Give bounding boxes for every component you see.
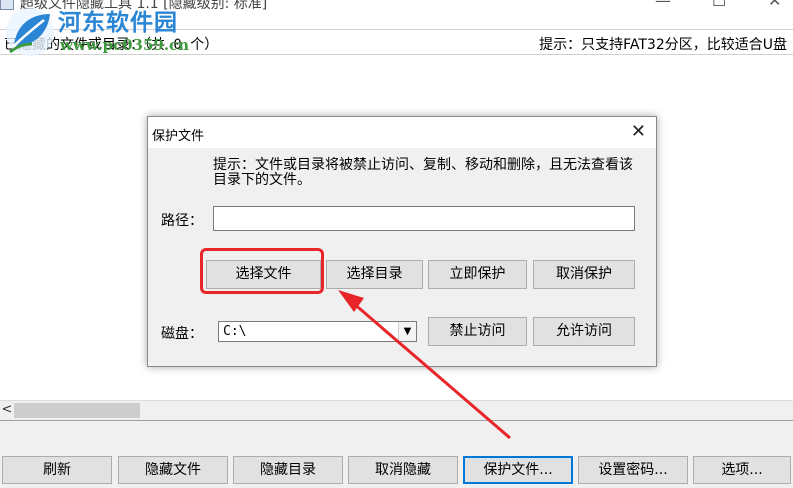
protect-file-button[interactable]: 保护文件... (463, 456, 573, 484)
leaf-logo-icon (6, 8, 54, 56)
hide-directory-button[interactable]: 隐藏目录 (233, 456, 343, 484)
protect-now-button[interactable]: 立即保护 (428, 260, 527, 289)
protect-file-dialog: 保护文件 ✕ 提示：文件或目录将被禁止访问、复制、移动和删除，且无法查看该目录下… (147, 116, 657, 367)
select-directory-button[interactable]: 选择目录 (326, 260, 423, 289)
maximize-icon[interactable]: ☐ (712, 0, 726, 10)
watermark-site-name: 河东软件园 (58, 9, 178, 36)
minimize-icon[interactable]: — (655, 0, 671, 10)
dialog-title: 保护文件 (152, 129, 205, 144)
scrollbar-thumb[interactable] (14, 403, 140, 418)
horizontal-scrollbar[interactable]: < (0, 400, 793, 420)
partition-hint: 提示：只支持FAT32分区，比较适合U盘 (539, 37, 787, 53)
set-password-button[interactable]: 设置密码... (578, 456, 688, 484)
path-input[interactable] (213, 206, 635, 231)
allow-access-button[interactable]: 允许访问 (533, 317, 635, 346)
refresh-button[interactable]: 刷新 (2, 456, 112, 484)
dialog-title-bar: 保护文件 ✕ (148, 117, 656, 148)
window-close-icon[interactable]: ✕ (768, 0, 781, 10)
options-button[interactable]: 选项... (693, 456, 791, 484)
unhide-button[interactable]: 取消隐藏 (348, 456, 458, 484)
dialog-hint-text: 提示：文件或目录将被禁止访问、复制、移动和删除，且无法查看该目录下的文件。 (213, 157, 633, 188)
dialog-close-icon[interactable]: ✕ (631, 122, 646, 142)
disk-select-value: C:\ (223, 324, 247, 339)
cancel-protect-button[interactable]: 取消保护 (533, 260, 635, 289)
scroll-left-icon[interactable]: < (0, 401, 14, 421)
bottom-toolbar: 刷新 隐藏文件 隐藏目录 取消隐藏 保护文件... 设置密码... 选项... (0, 420, 793, 488)
forbid-access-button[interactable]: 禁止访问 (428, 317, 527, 346)
watermark-url: www.pc0359.cn (60, 36, 190, 54)
disk-select[interactable]: C:\ ▼ (218, 321, 417, 342)
path-label: 路径： (161, 213, 203, 229)
hide-file-button[interactable]: 隐藏文件 (118, 456, 228, 484)
select-file-button[interactable]: 选择文件 (206, 260, 321, 289)
chevron-down-icon[interactable]: ▼ (398, 322, 416, 341)
disk-label: 磁盘： (161, 326, 203, 342)
